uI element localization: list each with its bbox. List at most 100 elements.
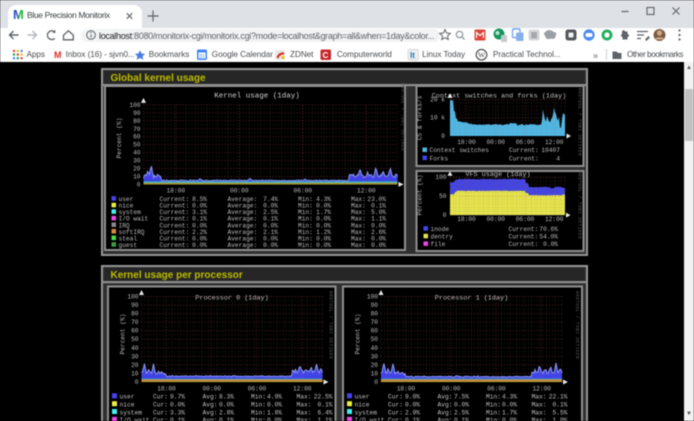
svg-text:18:00: 18:00	[157, 386, 176, 393]
svg-text:0.0%: 0.0%	[219, 402, 234, 409]
svg-text:1.1%: 1.1%	[317, 417, 332, 421]
svg-text:RRDTOOL / TOBI OETIKER: RRDTOOL / TOBI OETIKER	[328, 291, 334, 359]
svg-text:user: user	[120, 394, 135, 401]
svg-text:Max:: Max:	[532, 394, 547, 401]
svg-text:4.9%: 4.9%	[267, 394, 282, 401]
svg-text:nice: nice	[120, 402, 135, 409]
svg-text:70: 70	[133, 126, 141, 133]
svg-text:40: 40	[131, 345, 139, 352]
svg-text:00:00: 00:00	[202, 386, 221, 393]
svg-text:dentry: dentry	[431, 234, 454, 241]
svg-text:0: 0	[374, 379, 378, 386]
svg-text:9.0%: 9.0%	[405, 394, 420, 401]
svg-text:Percent (%): Percent (%)	[116, 118, 123, 159]
svg-text:Avg:: Avg:	[438, 402, 453, 409]
svg-text:Max:: Max:	[532, 402, 547, 409]
svg-text:Avg:: Avg:	[438, 409, 453, 416]
svg-text:0.0%: 0.0%	[170, 402, 185, 409]
svg-text:0.0%: 0.0%	[192, 242, 207, 249]
svg-text:4: 4	[556, 155, 560, 162]
svg-text:90: 90	[131, 302, 139, 309]
svg-text:90: 90	[133, 110, 141, 117]
svg-text:10: 10	[131, 370, 139, 377]
svg-text:RRDTOOL / TOBI OETIKER: RRDTOOL / TOBI OETIKER	[577, 171, 583, 239]
svg-text:Cur:: Cur:	[153, 417, 168, 421]
svg-text:4.3%: 4.3%	[502, 394, 517, 401]
svg-text:Current:: Current:	[509, 226, 539, 233]
svg-text:Current:: Current:	[509, 155, 539, 162]
svg-text:Min:: Min:	[486, 394, 501, 401]
svg-text:12:00: 12:00	[293, 386, 312, 393]
svg-text:Avg:: Avg:	[438, 417, 453, 421]
svg-text:00:00: 00:00	[230, 187, 249, 194]
svg-text:0.1%: 0.1%	[219, 417, 234, 421]
svg-text:0: 0	[135, 379, 139, 386]
svg-text:50: 50	[133, 142, 141, 149]
svg-text:9.7%: 9.7%	[170, 394, 185, 401]
svg-text:10 k: 10 k	[430, 115, 445, 122]
svg-text:06:00: 06:00	[516, 216, 535, 223]
svg-text:Max:: Max:	[532, 409, 547, 416]
svg-text:70: 70	[371, 319, 379, 326]
svg-text:Processor 1 (1day): Processor 1 (1day)	[435, 295, 508, 303]
svg-text:20: 20	[371, 362, 379, 369]
svg-text:00:00: 00:00	[486, 139, 505, 146]
svg-text:Context switches: Context switches	[430, 147, 490, 154]
svg-text:Cur:: Cur:	[153, 409, 168, 416]
svg-text:2.9%: 2.9%	[405, 409, 420, 416]
svg-text:0.1%: 0.1%	[405, 417, 420, 421]
svg-text:Min:: Min:	[251, 394, 266, 401]
svg-text:10: 10	[133, 173, 141, 180]
svg-text:12:00: 12:00	[532, 386, 551, 393]
svg-text:Cur:: Cur:	[388, 409, 403, 416]
svg-text:18:00: 18:00	[457, 216, 476, 223]
svg-text:30: 30	[131, 353, 139, 360]
svg-text:Avg:: Avg:	[203, 409, 218, 416]
svg-text:Min:: Min:	[251, 417, 266, 421]
svg-text:20: 20	[131, 362, 139, 369]
svg-text:50: 50	[371, 336, 379, 343]
svg-text:70: 70	[131, 319, 139, 326]
svg-text:Min:: Min:	[486, 417, 501, 421]
svg-text:Cur:: Cur:	[388, 402, 403, 409]
svg-text:12:00: 12:00	[545, 139, 564, 146]
svg-text:Max:: Max:	[532, 417, 547, 421]
svg-text:Avg:: Avg:	[203, 402, 218, 409]
svg-text:RRDTOOL / TOBI OETIKER: RRDTOOL / TOBI OETIKER	[577, 88, 583, 156]
svg-text:RRDTOOL / TOBI OETIKER: RRDTOOL / TOBI OETIKER	[574, 291, 580, 359]
svg-text:Percent (%): Percent (%)	[120, 314, 127, 355]
svg-text:Min:: Min:	[298, 242, 313, 249]
svg-text:Min:: Min:	[251, 409, 266, 416]
svg-text:guest: guest	[119, 242, 138, 249]
svg-text:Current:: Current:	[509, 234, 539, 241]
svg-text:30: 30	[371, 353, 379, 360]
svg-text:Cur:: Cur:	[388, 417, 403, 421]
svg-text:Current:: Current:	[509, 147, 539, 154]
svg-text:18:00: 18:00	[397, 386, 416, 393]
svg-text:Current:: Current:	[160, 242, 190, 249]
svg-text:Cur:: Cur:	[153, 394, 168, 401]
svg-text:Cur:: Cur:	[388, 394, 403, 401]
svg-text:22.1%: 22.1%	[549, 394, 568, 401]
svg-text:00:00: 00:00	[442, 386, 461, 393]
svg-text:0.0%: 0.0%	[263, 242, 278, 249]
svg-text:Avg:: Avg:	[438, 394, 453, 401]
svg-text:Average:: Average:	[228, 242, 258, 249]
svg-text:0.0%: 0.0%	[454, 402, 469, 409]
svg-text:00:00: 00:00	[486, 216, 505, 223]
svg-text:Cur:: Cur:	[153, 402, 168, 409]
svg-text:60: 60	[133, 134, 141, 141]
svg-text:40: 40	[133, 150, 141, 157]
svg-text:0.0%: 0.0%	[267, 417, 282, 421]
svg-text:20: 20	[133, 166, 141, 173]
svg-text:30: 30	[133, 158, 141, 165]
svg-text:inode: inode	[431, 226, 450, 233]
svg-text:0.0%: 0.0%	[502, 402, 517, 409]
svg-text:2.8%: 2.8%	[219, 409, 234, 416]
svg-text:0.0%: 0.0%	[316, 242, 331, 249]
svg-text:Percent (%): Percent (%)	[417, 175, 424, 216]
svg-text:3.3%: 3.3%	[170, 409, 185, 416]
svg-text:Current:: Current:	[509, 241, 539, 248]
svg-text:80: 80	[133, 118, 141, 125]
svg-text:06:00: 06:00	[487, 386, 506, 393]
